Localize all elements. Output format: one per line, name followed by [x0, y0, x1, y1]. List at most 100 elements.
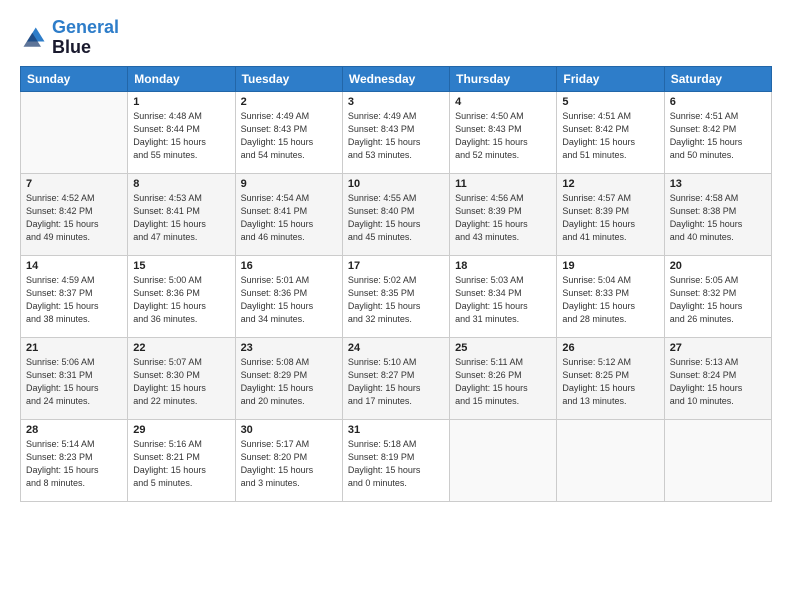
day-number: 8	[133, 178, 229, 190]
day-info: Sunrise: 5:01 AM Sunset: 8:36 PM Dayligh…	[241, 274, 337, 326]
day-number: 4	[455, 96, 551, 108]
header-row: SundayMondayTuesdayWednesdayThursdayFrid…	[21, 66, 772, 91]
day-info: Sunrise: 5:04 AM Sunset: 8:33 PM Dayligh…	[562, 274, 658, 326]
day-number: 18	[455, 260, 551, 272]
page-container: General Blue SundayMondayTuesdayWednesda…	[0, 0, 792, 512]
header-cell-sunday: Sunday	[21, 66, 128, 91]
day-info: Sunrise: 5:17 AM Sunset: 8:20 PM Dayligh…	[241, 438, 337, 490]
week-row-5: 28 Sunrise: 5:14 AM Sunset: 8:23 PM Dayli…	[21, 419, 772, 501]
day-cell: 4 Sunrise: 4:50 AM Sunset: 8:43 PM Daylig…	[450, 91, 557, 173]
day-cell: 17 Sunrise: 5:02 AM Sunset: 8:35 PM Dayli…	[342, 255, 449, 337]
day-cell: 8 Sunrise: 4:53 AM Sunset: 8:41 PM Daylig…	[128, 173, 235, 255]
day-number: 3	[348, 96, 444, 108]
day-cell: 25 Sunrise: 5:11 AM Sunset: 8:26 PM Dayli…	[450, 337, 557, 419]
day-number: 13	[670, 178, 766, 190]
day-info: Sunrise: 5:05 AM Sunset: 8:32 PM Dayligh…	[670, 274, 766, 326]
day-info: Sunrise: 5:10 AM Sunset: 8:27 PM Dayligh…	[348, 356, 444, 408]
day-number: 28	[26, 424, 122, 436]
day-info: Sunrise: 4:55 AM Sunset: 8:40 PM Dayligh…	[348, 192, 444, 244]
logo-icon	[20, 24, 48, 52]
day-info: Sunrise: 4:57 AM Sunset: 8:39 PM Dayligh…	[562, 192, 658, 244]
day-cell: 22 Sunrise: 5:07 AM Sunset: 8:30 PM Dayli…	[128, 337, 235, 419]
day-info: Sunrise: 5:02 AM Sunset: 8:35 PM Dayligh…	[348, 274, 444, 326]
header: General Blue	[20, 18, 772, 58]
day-cell: 23 Sunrise: 5:08 AM Sunset: 8:29 PM Dayli…	[235, 337, 342, 419]
day-number: 10	[348, 178, 444, 190]
day-number: 31	[348, 424, 444, 436]
day-info: Sunrise: 5:06 AM Sunset: 8:31 PM Dayligh…	[26, 356, 122, 408]
day-cell: 31 Sunrise: 5:18 AM Sunset: 8:19 PM Dayli…	[342, 419, 449, 501]
day-cell	[664, 419, 771, 501]
day-number: 12	[562, 178, 658, 190]
week-row-4: 21 Sunrise: 5:06 AM Sunset: 8:31 PM Dayli…	[21, 337, 772, 419]
day-info: Sunrise: 4:48 AM Sunset: 8:44 PM Dayligh…	[133, 110, 229, 162]
header-cell-monday: Monday	[128, 66, 235, 91]
day-number: 17	[348, 260, 444, 272]
day-info: Sunrise: 4:56 AM Sunset: 8:39 PM Dayligh…	[455, 192, 551, 244]
day-cell: 2Sunrise: 4:49 AM Sunset: 8:43 PM Daylig…	[235, 91, 342, 173]
day-cell: 28 Sunrise: 5:14 AM Sunset: 8:23 PM Dayli…	[21, 419, 128, 501]
day-cell: 15Sunrise: 5:00 AM Sunset: 8:36 PM Dayli…	[128, 255, 235, 337]
day-number: 2	[241, 96, 337, 108]
day-number: 25	[455, 342, 551, 354]
calendar-table: SundayMondayTuesdayWednesdayThursdayFrid…	[20, 66, 772, 502]
day-cell	[557, 419, 664, 501]
day-number: 14	[26, 260, 122, 272]
day-number: 22	[133, 342, 229, 354]
day-number: 5	[562, 96, 658, 108]
day-cell: 3 Sunrise: 4:49 AM Sunset: 8:43 PM Daylig…	[342, 91, 449, 173]
day-cell: 18 Sunrise: 5:03 AM Sunset: 8:34 PM Dayli…	[450, 255, 557, 337]
day-cell: 11 Sunrise: 4:56 AM Sunset: 8:39 PM Dayli…	[450, 173, 557, 255]
day-cell	[21, 91, 128, 173]
day-cell: 30Sunrise: 5:17 AM Sunset: 8:20 PM Dayli…	[235, 419, 342, 501]
header-cell-saturday: Saturday	[664, 66, 771, 91]
day-info: Sunrise: 5:03 AM Sunset: 8:34 PM Dayligh…	[455, 274, 551, 326]
day-info: Sunrise: 5:13 AM Sunset: 8:24 PM Dayligh…	[670, 356, 766, 408]
day-number: 7	[26, 178, 122, 190]
day-cell: 16 Sunrise: 5:01 AM Sunset: 8:36 PM Dayli…	[235, 255, 342, 337]
day-cell: 9 Sunrise: 4:54 AM Sunset: 8:41 PM Daylig…	[235, 173, 342, 255]
day-number: 26	[562, 342, 658, 354]
day-cell: 24Sunrise: 5:10 AM Sunset: 8:27 PM Dayli…	[342, 337, 449, 419]
day-number: 20	[670, 260, 766, 272]
day-cell: 26 Sunrise: 5:12 AM Sunset: 8:25 PM Dayli…	[557, 337, 664, 419]
day-cell: 1Sunrise: 4:48 AM Sunset: 8:44 PM Daylig…	[128, 91, 235, 173]
day-cell: 27 Sunrise: 5:13 AM Sunset: 8:24 PM Dayli…	[664, 337, 771, 419]
day-number: 15	[133, 260, 229, 272]
day-info: Sunrise: 5:16 AM Sunset: 8:21 PM Dayligh…	[133, 438, 229, 490]
day-number: 23	[241, 342, 337, 354]
header-cell-tuesday: Tuesday	[235, 66, 342, 91]
day-number: 19	[562, 260, 658, 272]
day-info: Sunrise: 4:51 AM Sunset: 8:42 PM Dayligh…	[670, 110, 766, 162]
day-info: Sunrise: 4:54 AM Sunset: 8:41 PM Dayligh…	[241, 192, 337, 244]
header-cell-wednesday: Wednesday	[342, 66, 449, 91]
day-number: 21	[26, 342, 122, 354]
day-cell: 13Sunrise: 4:58 AM Sunset: 8:38 PM Dayli…	[664, 173, 771, 255]
day-info: Sunrise: 4:49 AM Sunset: 8:43 PM Dayligh…	[348, 110, 444, 162]
week-row-2: 7 Sunrise: 4:52 AM Sunset: 8:42 PM Daylig…	[21, 173, 772, 255]
logo-text: General Blue	[52, 18, 119, 58]
day-info: Sunrise: 5:11 AM Sunset: 8:26 PM Dayligh…	[455, 356, 551, 408]
day-info: Sunrise: 4:50 AM Sunset: 8:43 PM Dayligh…	[455, 110, 551, 162]
day-info: Sunrise: 4:59 AM Sunset: 8:37 PM Dayligh…	[26, 274, 122, 326]
day-cell: 19 Sunrise: 5:04 AM Sunset: 8:33 PM Dayli…	[557, 255, 664, 337]
day-number: 29	[133, 424, 229, 436]
day-info: Sunrise: 5:12 AM Sunset: 8:25 PM Dayligh…	[562, 356, 658, 408]
logo: General Blue	[20, 18, 119, 58]
week-row-1: 1Sunrise: 4:48 AM Sunset: 8:44 PM Daylig…	[21, 91, 772, 173]
day-cell: 12 Sunrise: 4:57 AM Sunset: 8:39 PM Dayli…	[557, 173, 664, 255]
day-info: Sunrise: 5:14 AM Sunset: 8:23 PM Dayligh…	[26, 438, 122, 490]
day-number: 16	[241, 260, 337, 272]
day-info: Sunrise: 5:08 AM Sunset: 8:29 PM Dayligh…	[241, 356, 337, 408]
day-number: 9	[241, 178, 337, 190]
header-cell-thursday: Thursday	[450, 66, 557, 91]
day-number: 27	[670, 342, 766, 354]
day-info: Sunrise: 4:52 AM Sunset: 8:42 PM Dayligh…	[26, 192, 122, 244]
header-cell-friday: Friday	[557, 66, 664, 91]
day-cell: 20 Sunrise: 5:05 AM Sunset: 8:32 PM Dayli…	[664, 255, 771, 337]
day-cell: 21 Sunrise: 5:06 AM Sunset: 8:31 PM Dayli…	[21, 337, 128, 419]
day-info: Sunrise: 4:53 AM Sunset: 8:41 PM Dayligh…	[133, 192, 229, 244]
day-number: 11	[455, 178, 551, 190]
day-info: Sunrise: 5:07 AM Sunset: 8:30 PM Dayligh…	[133, 356, 229, 408]
day-info: Sunrise: 5:18 AM Sunset: 8:19 PM Dayligh…	[348, 438, 444, 490]
